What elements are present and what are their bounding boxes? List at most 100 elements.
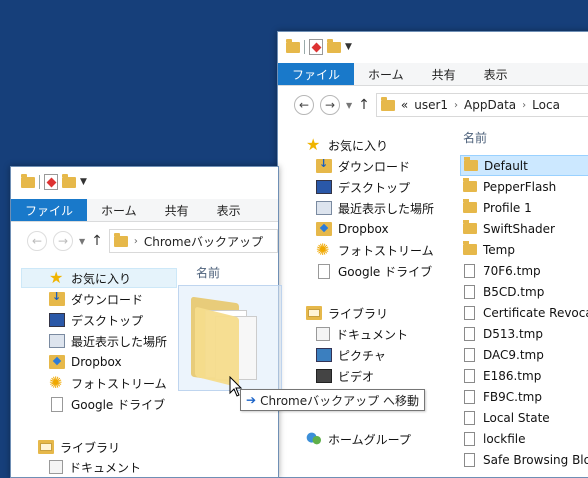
desktop-icon <box>49 313 65 327</box>
tab-home[interactable]: ホーム <box>87 202 151 219</box>
documents-icon <box>49 460 63 474</box>
star-icon <box>306 135 322 154</box>
back-button[interactable]: ← <box>27 231 47 251</box>
file-item[interactable]: DAC9.tmp <box>460 344 588 365</box>
nav-downloads[interactable]: ダウンロード <box>11 289 181 309</box>
nav-label: ダウンロード <box>71 292 144 307</box>
nav-documents[interactable]: ドキュメント <box>11 457 181 477</box>
item-label: DAC9.tmp <box>483 347 544 362</box>
forward-button[interactable]: → <box>320 95 340 115</box>
tab-share[interactable]: 共有 <box>418 66 470 83</box>
nav-label: ライブラリ <box>328 306 389 321</box>
tab-home[interactable]: ホーム <box>354 66 418 83</box>
file-item[interactable]: D513.tmp <box>460 323 588 344</box>
column-header-name[interactable]: 名前 <box>463 129 487 146</box>
up-button[interactable]: ↑ <box>358 97 370 113</box>
folder-icon <box>463 220 477 234</box>
nav-dropbox[interactable]: Dropbox <box>11 352 181 372</box>
nav-label: ライブラリ <box>60 440 121 455</box>
desktop-icon <box>316 180 332 194</box>
file-item[interactable]: B5CD.tmp <box>460 281 588 302</box>
folder-item[interactable]: SwiftShader <box>460 218 588 239</box>
tab-share[interactable]: 共有 <box>151 202 203 219</box>
chevron-right-icon[interactable]: › <box>522 100 526 111</box>
nav-photostream[interactable]: フォトストリーム <box>278 240 458 260</box>
up-button[interactable]: ↑ <box>91 233 103 249</box>
file-icon <box>464 431 475 446</box>
nav-recent[interactable]: 最近表示した場所 <box>11 331 181 351</box>
tab-view[interactable]: 表示 <box>470 66 522 83</box>
back-button[interactable]: ← <box>294 95 314 115</box>
tab-view[interactable]: 表示 <box>203 202 255 219</box>
customize-dropdown-icon[interactable]: ▼ <box>345 42 352 52</box>
file-item[interactable]: FB9C.tmp <box>460 386 588 407</box>
properties-icon[interactable] <box>44 174 58 190</box>
item-label: PepperFlash <box>483 179 557 194</box>
nav-recent[interactable]: 最近表示した場所 <box>278 198 458 218</box>
nav-desktop[interactable]: デスクトップ <box>11 310 181 330</box>
folder-icon <box>463 241 477 255</box>
nav-favorites[interactable]: お気に入り <box>278 135 458 155</box>
file-item[interactable]: 70F6.tmp <box>460 260 588 281</box>
crumb-appdata[interactable]: AppData <box>464 98 516 112</box>
nav-google-drive[interactable]: Google ドライブ <box>11 394 181 414</box>
file-item[interactable]: Certificate Revoca <box>460 302 588 323</box>
star-icon <box>49 268 65 287</box>
file-item[interactable]: lockfile <box>460 428 588 449</box>
drag-tooltip-text: Chromeバックアップ へ移動 <box>260 393 419 408</box>
nav-pictures[interactable]: ピクチャ <box>278 345 458 365</box>
nav-favorites[interactable]: お気に入り <box>21 268 177 288</box>
item-label: Default <box>484 158 528 173</box>
nav-videos[interactable]: ビデオ <box>278 366 458 386</box>
address-box[interactable]: › Chromeバックアップ <box>108 229 278 253</box>
address-overflow[interactable]: « <box>401 98 408 112</box>
chevron-right-icon[interactable]: › <box>454 100 458 111</box>
recent-dropdown-icon[interactable]: ▼ <box>346 101 352 110</box>
column-header-name[interactable]: 名前 <box>196 264 220 281</box>
dropbox-icon <box>316 222 332 236</box>
folder-item[interactable]: Profile 1 <box>460 197 588 218</box>
item-label: Certificate Revoca <box>483 305 588 320</box>
pictures-icon <box>316 348 332 362</box>
crumb-user1[interactable]: user1 <box>414 98 448 112</box>
folder-item[interactable]: PepperFlash <box>460 176 588 197</box>
item-label: Safe Browsing Blo <box>483 452 588 467</box>
properties-icon[interactable] <box>309 39 323 55</box>
downloads-icon <box>316 157 332 173</box>
drag-tooltip: ➔ Chromeバックアップ へ移動 <box>240 389 425 411</box>
address-box[interactable]: « user1 › AppData › Loca <box>375 93 588 117</box>
nav-libraries[interactable]: ライブラリ <box>278 303 458 323</box>
photostream-icon <box>49 373 65 392</box>
new-folder-icon[interactable] <box>327 38 341 53</box>
recent-dropdown-icon[interactable]: ▼ <box>79 237 85 246</box>
address-bar-row: ← → ▼ ↑ › Chromeバックアップ <box>11 226 278 256</box>
nav-downloads[interactable]: ダウンロード <box>278 156 458 176</box>
address-bar-row: ← → ▼ ↑ « user1 › AppData › Loca <box>278 90 588 120</box>
nav-google-drive[interactable]: Google ドライブ <box>278 261 458 281</box>
chevron-right-icon[interactable]: › <box>134 236 138 247</box>
file-item[interactable]: E186.tmp <box>460 365 588 386</box>
folder-item[interactable]: Default <box>460 155 588 176</box>
new-folder-icon[interactable] <box>62 173 76 188</box>
nav-label: ピクチャ <box>338 348 386 363</box>
tab-file[interactable]: ファイル <box>11 199 88 221</box>
forward-button[interactable]: → <box>53 231 73 251</box>
nav-dropbox[interactable]: Dropbox <box>278 219 458 239</box>
item-label: lockfile <box>483 431 526 446</box>
folder-icon <box>21 173 35 188</box>
folder-item[interactable]: Temp <box>460 239 588 260</box>
nav-photostream[interactable]: フォトストリーム <box>11 373 181 393</box>
nav-documents[interactable]: ドキュメント <box>278 324 458 344</box>
tab-file[interactable]: ファイル <box>278 63 355 85</box>
file-item[interactable]: Local State <box>460 407 588 428</box>
crumb-chrome-backup[interactable]: Chromeバックアップ <box>144 233 263 250</box>
nav-homegroup[interactable]: ホームグループ <box>278 429 458 449</box>
nav-libraries[interactable]: ライブラリ <box>11 437 181 457</box>
title-bar: ▼ <box>11 167 278 197</box>
item-label: D513.tmp <box>483 326 543 341</box>
crumb-local[interactable]: Loca <box>532 98 560 112</box>
file-icon <box>464 368 475 383</box>
nav-label: お気に入り <box>71 271 132 286</box>
nav-desktop[interactable]: デスクトップ <box>278 177 458 197</box>
customize-dropdown-icon[interactable]: ▼ <box>80 177 87 187</box>
